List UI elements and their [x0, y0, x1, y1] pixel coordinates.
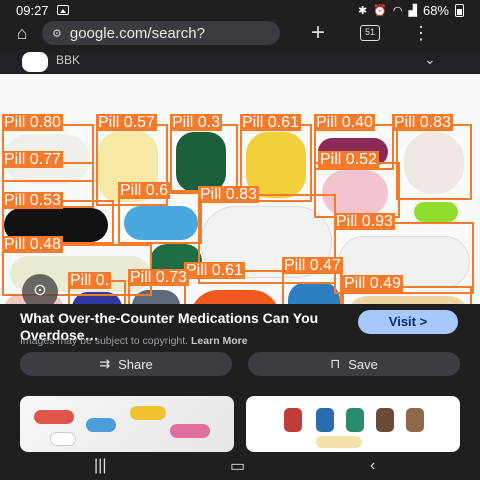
site-logo	[22, 52, 48, 72]
address-bar[interactable]: ⚙ google.com/search?	[42, 21, 280, 45]
recent-apps-icon[interactable]: |||	[94, 457, 106, 475]
detection-label: Pill 0.77	[2, 151, 63, 168]
share-icon: ⇉	[99, 356, 111, 371]
tab-switcher-button[interactable]: 51	[360, 25, 380, 41]
clock: 09:27	[16, 2, 49, 18]
gallery-notification-icon	[56, 5, 69, 15]
chevron-down-icon[interactable]: ⌄	[424, 51, 436, 68]
detection-label: Pill 0.53	[2, 192, 63, 209]
system-nav-bar: ||| ▭ ‹	[0, 452, 480, 480]
detection-box	[170, 124, 238, 194]
home-icon[interactable]: ⌂	[12, 23, 32, 44]
menu-icon[interactable]: ⋮	[412, 23, 430, 44]
visit-button[interactable]: Visit >	[358, 310, 458, 334]
share-label: Share	[118, 356, 153, 372]
lens-search-button[interactable]: ⊙	[22, 274, 58, 304]
detection-label: Pill 0.49	[342, 275, 403, 292]
detection-label: Pill 0.52	[318, 151, 379, 168]
browser-toolbar: ⌂ ⚙ google.com/search? + 51 ⋮	[0, 19, 480, 47]
related-results	[0, 390, 480, 452]
detection-label: Pill 0.83	[392, 114, 453, 131]
detection-label: Pill 0.48	[2, 236, 63, 253]
alarm-icon: ⏰	[373, 4, 387, 17]
url-text: google.com/search?	[69, 24, 205, 42]
learn-more-link[interactable]: Learn More	[191, 335, 248, 347]
copyright-note: Images may be subject to copyright. Lear…	[20, 335, 248, 347]
wifi-icon: ◠	[392, 4, 403, 17]
detection-box	[396, 124, 472, 200]
status-bar: 09:27 ✱ ⏰ ◠ ▟ 68%	[0, 0, 480, 20]
home-nav-icon[interactable]: ▭	[230, 456, 245, 476]
site-name: BBK	[56, 53, 81, 67]
detection-label: Pill 0.40	[314, 114, 375, 131]
detection-label: Pill 0.61	[240, 114, 301, 131]
new-tab-icon[interactable]: +	[306, 19, 330, 47]
site-settings-icon[interactable]: ⚙	[52, 27, 62, 40]
detection-label: Pill 0.47	[282, 257, 343, 274]
related-image-thumbnail[interactable]	[20, 396, 234, 452]
save-button[interactable]: ⊓ Save	[248, 352, 460, 376]
detection-label: Pill 0.6	[118, 182, 171, 199]
bluetooth-icon: ✱	[357, 4, 368, 17]
detection-label: Pill 0.	[68, 272, 112, 289]
save-label: Save	[348, 356, 378, 372]
copyright-text: Images may be subject to copyright.	[20, 335, 189, 347]
detection-label: Pill 0.61	[184, 262, 245, 279]
detection-label: Pill 0.73	[128, 269, 189, 286]
detection-label: Pill 0.57	[96, 114, 157, 131]
result-info-panel: What Over-the-Counter Medications Can Yo…	[0, 304, 480, 390]
lens-icon: ⊙	[33, 282, 47, 299]
pill-image	[414, 202, 458, 222]
detection-label: Pill 0.93	[334, 213, 395, 230]
detection-label: Pill 0.3	[170, 114, 223, 131]
bookmark-icon: ⊓	[330, 356, 341, 371]
site-header: BBK ⌄	[0, 50, 480, 74]
battery-icon	[455, 3, 464, 17]
share-button[interactable]: ⇉ Share	[20, 352, 232, 376]
result-image[interactable]: BBK ⌄ Pill 0.80 Pill 0.57 Pill 0.3 Pill …	[0, 50, 480, 304]
detection-label: Pill 0.83	[198, 186, 259, 203]
back-icon[interactable]: ‹	[370, 457, 375, 475]
signal-icon: ▟	[408, 4, 417, 17]
battery-percentage: 68%	[422, 2, 449, 18]
related-image-thumbnail[interactable]	[246, 396, 460, 452]
detection-label: Pill 0.80	[2, 114, 63, 131]
